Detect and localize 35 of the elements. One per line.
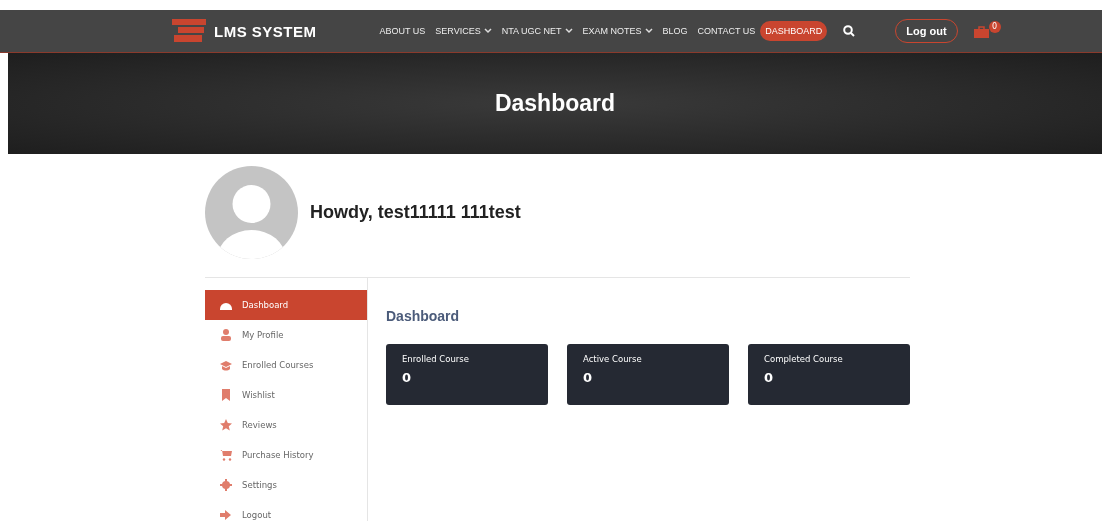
stat-value: 0	[402, 370, 413, 385]
sidebar-item[interactable]: My Profile	[205, 320, 367, 350]
nav-link[interactable]: EXAM NOTES	[577, 21, 658, 41]
stat-label: Completed Course	[764, 354, 844, 364]
sidebar-item[interactable]: Purchase History	[205, 440, 367, 470]
sidebar-item[interactable]: Enrolled Courses	[205, 350, 367, 380]
exit-icon	[220, 509, 232, 521]
greeting: Howdy, test11111 111test	[310, 202, 521, 223]
sidebar-item[interactable]: Wishlist	[205, 380, 367, 410]
site-logo-text[interactable]: LMS SYSTEM	[214, 22, 317, 40]
nav-link[interactable]: CONTACT US	[692, 21, 761, 41]
page-title: Dashboard	[494, 90, 616, 117]
nav-link[interactable]: SERVICES	[430, 21, 497, 41]
nav-link[interactable]: DASHBOARD	[760, 21, 828, 41]
cart-count-badge: 0	[988, 20, 1001, 33]
section-title: Dashboard	[386, 308, 461, 324]
sidebar-item[interactable]: Reviews	[205, 410, 367, 440]
stat-label: Active Course	[583, 354, 643, 364]
nav-link[interactable]: NTA UGC NET	[496, 21, 578, 41]
nav-link[interactable]: ABOUT US	[374, 21, 431, 41]
cart-icon	[220, 449, 232, 461]
books-logo-icon	[172, 19, 206, 43]
sidebar-item[interactable]: Dashboard	[205, 290, 367, 320]
person-icon	[220, 329, 232, 341]
stat-value: 0	[764, 370, 775, 385]
search-icon[interactable]	[843, 25, 856, 37]
nav-link[interactable]: BLOG	[657, 21, 693, 41]
stat-label: Enrolled Course	[402, 354, 470, 364]
bookmark-icon	[220, 389, 232, 401]
stat-value: 0	[583, 370, 594, 385]
sidebar-item[interactable]: Settings	[205, 470, 367, 500]
graduation-cap-icon	[220, 359, 232, 371]
star-icon	[220, 419, 232, 431]
sidebar-item[interactable]: Logout	[205, 500, 367, 521]
avatar-silhouette-icon	[205, 166, 298, 259]
